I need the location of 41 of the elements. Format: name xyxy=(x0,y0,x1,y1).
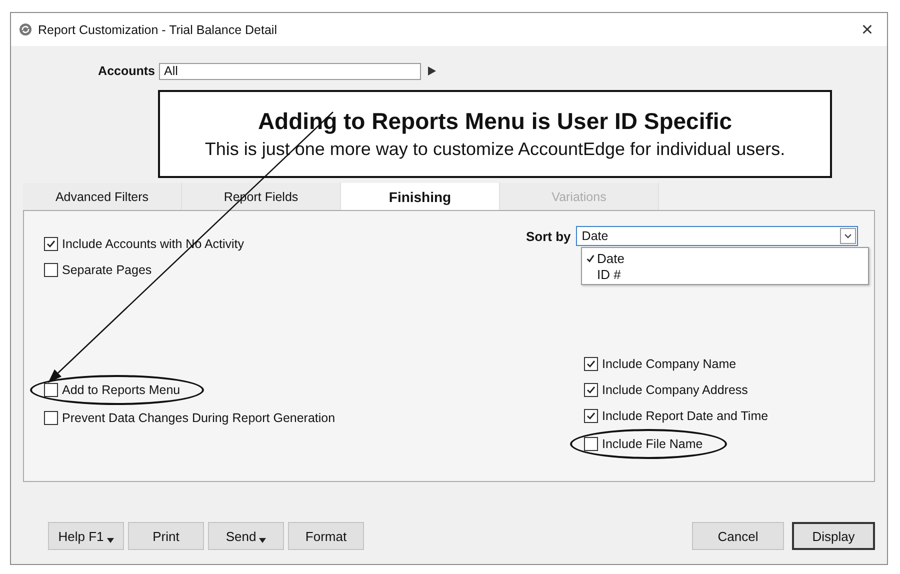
window-title: Report Customization - Trial Balance Detail xyxy=(38,22,278,36)
accounts-label: Accounts xyxy=(97,64,155,78)
checkbox-label[interactable]: Separate Pages xyxy=(62,263,152,277)
toolbar-button[interactable]: Format xyxy=(288,522,364,550)
checkbox-label[interactable]: Add to Reports Menu xyxy=(62,383,180,397)
tab[interactable]: Advanced Filters xyxy=(23,183,182,210)
app-icon xyxy=(19,23,32,36)
sort-select[interactable]: Date xyxy=(576,226,858,246)
checkbox-label[interactable]: Include Company Address xyxy=(602,383,748,397)
dialog-button[interactable]: Display xyxy=(792,522,875,550)
checkbox-label[interactable]: Include Report Date and Time xyxy=(602,409,768,423)
tab[interactable]: Finishing xyxy=(341,183,500,210)
check-icon xyxy=(46,239,56,249)
dialog-button[interactable]: Cancel xyxy=(692,522,784,550)
checkbox[interactable] xyxy=(584,383,598,397)
accounts-field[interactable]: All xyxy=(159,62,421,80)
checkbox[interactable] xyxy=(44,411,58,425)
check-icon xyxy=(586,385,596,395)
toolbar-button[interactable]: Print xyxy=(128,522,204,550)
checkbox[interactable] xyxy=(44,263,58,277)
dropdown-option[interactable]: Date xyxy=(582,250,868,266)
play-icon[interactable] xyxy=(427,66,437,76)
check-icon xyxy=(586,411,596,421)
checkbox-label[interactable]: Prevent Data Changes During Report Generation xyxy=(62,411,336,425)
dropdown-option[interactable]: ID # xyxy=(582,266,868,282)
checkbox[interactable] xyxy=(584,437,598,451)
checkbox[interactable] xyxy=(44,383,58,397)
toolbar-button[interactable]: Help F1 xyxy=(48,522,124,550)
checkbox[interactable] xyxy=(584,409,598,423)
toolbar-button[interactable]: Send xyxy=(208,522,284,550)
close-button[interactable]: × xyxy=(855,20,879,40)
callout-text: This is just one more way to customize AccountEdge for individual users. xyxy=(204,139,786,160)
checkbox-label[interactable]: Include Company Name xyxy=(602,357,736,371)
sort-label: Sort by xyxy=(526,228,571,244)
caret-icon[interactable] xyxy=(106,538,114,542)
checkbox-label[interactable]: Include File Name xyxy=(602,437,703,451)
checkbox[interactable] xyxy=(44,237,58,251)
caret-icon[interactable] xyxy=(259,538,266,542)
checkbox[interactable] xyxy=(584,357,598,371)
chevron-down-icon[interactable] xyxy=(842,231,853,241)
check-icon xyxy=(586,359,596,369)
